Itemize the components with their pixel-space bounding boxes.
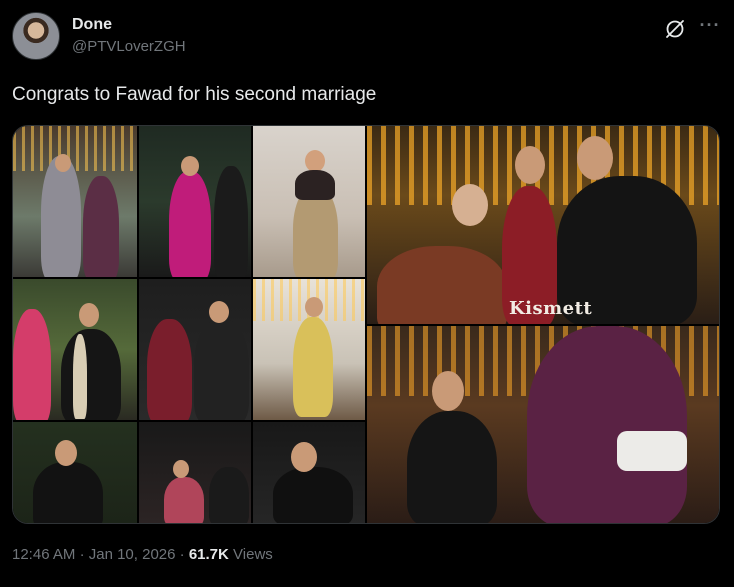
tweet-time[interactable]: 12:46 AM — [12, 546, 75, 563]
photo-tile[interactable]: Kismett — [367, 126, 719, 324]
tweet-footer: 12:46 AM · Jan 10, 2026 · 61.7K Views — [12, 546, 273, 563]
views-label: Views — [233, 546, 273, 563]
photo-tile[interactable] — [253, 422, 365, 523]
photo-tile[interactable] — [13, 422, 137, 523]
watermark-text: Kismett — [509, 298, 593, 319]
author-handle[interactable]: @PTVLoverZGH — [72, 38, 186, 55]
tweet-date[interactable]: Jan 10, 2026 — [89, 546, 176, 563]
separator: · — [79, 546, 85, 563]
photo-tile[interactable] — [139, 279, 251, 420]
media-collage[interactable]: Kismett — [12, 125, 720, 524]
author-display-name[interactable]: Done — [72, 16, 112, 34]
more-icon[interactable]: ··· — [698, 16, 722, 40]
avatar[interactable] — [12, 12, 60, 60]
photo-tile[interactable] — [367, 326, 719, 523]
photo-tile[interactable] — [253, 126, 365, 277]
photo-tile[interactable] — [139, 422, 251, 523]
photo-tile[interactable] — [13, 279, 137, 420]
photo-tile[interactable] — [253, 279, 365, 420]
tweet-header: Done @PTVLoverZGH ··· — [12, 8, 722, 64]
tweet-text: Congrats to Fawad for his second marriag… — [12, 84, 377, 105]
views-count[interactable]: 61.7K — [189, 546, 229, 563]
grok-icon[interactable] — [664, 18, 686, 40]
photo-tile[interactable] — [139, 126, 251, 277]
photo-tile[interactable] — [13, 126, 137, 277]
separator: · — [179, 546, 185, 563]
